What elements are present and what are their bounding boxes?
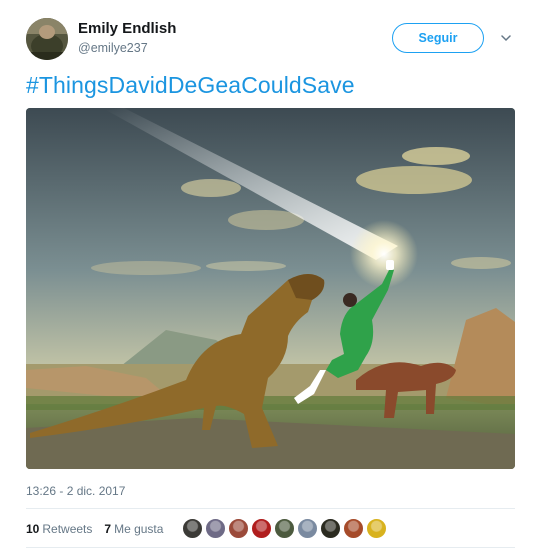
- likes-label: Me gusta: [114, 522, 164, 536]
- liker-avatar[interactable]: [366, 518, 387, 539]
- retweets-label: Retweets: [42, 522, 93, 536]
- retweets-stat[interactable]: 10 Retweets: [26, 522, 92, 536]
- tweet-hashtag[interactable]: #ThingsDavidDeGeaCouldSave: [26, 72, 355, 99]
- liker-avatar[interactable]: [320, 518, 341, 539]
- follow-button[interactable]: Seguir: [392, 23, 484, 53]
- liker-avatar[interactable]: [251, 518, 272, 539]
- liker-avatar[interactable]: [297, 518, 318, 539]
- user-handle[interactable]: @emilye237: [78, 41, 148, 55]
- liker-avatar[interactable]: [228, 518, 249, 539]
- liker-avatar[interactable]: [343, 518, 364, 539]
- liker-avatar[interactable]: [205, 518, 226, 539]
- liker-avatar[interactable]: [274, 518, 295, 539]
- divider-top: [26, 508, 515, 509]
- user-display-name[interactable]: Emily Endlish: [78, 20, 176, 37]
- tweet-stats: 10 Retweets 7 Me gusta: [26, 522, 163, 536]
- likes-count: 7: [104, 522, 112, 536]
- liker-avatar[interactable]: [182, 518, 203, 539]
- chevron-down-icon[interactable]: [500, 31, 512, 43]
- divider-bottom: [26, 547, 515, 548]
- user-avatar[interactable]: [26, 18, 68, 60]
- retweets-count: 10: [26, 522, 40, 536]
- tweet-timestamp[interactable]: 13:26 - 2 dic. 2017: [26, 484, 125, 498]
- liker-avatars: [182, 518, 387, 539]
- likes-stat[interactable]: 7 Me gusta: [104, 522, 163, 536]
- tweet-image[interactable]: [26, 108, 515, 469]
